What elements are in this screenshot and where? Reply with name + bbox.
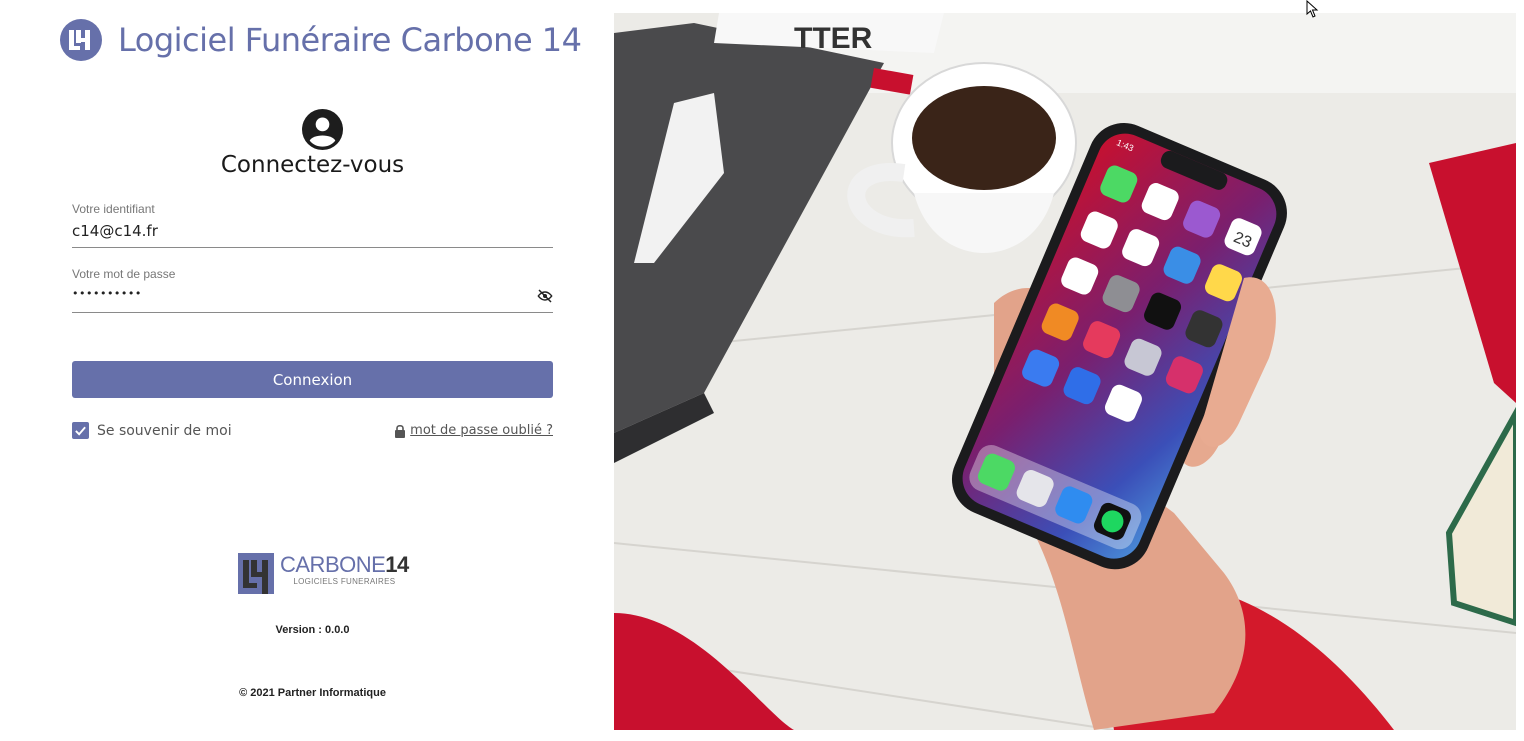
connexion-button[interactable]: Connexion: [72, 361, 553, 398]
identifier-field[interactable]: Votre identifiant c14@c14.fr: [72, 202, 553, 248]
password-field[interactable]: Votre mot de passe ••••••••••: [72, 267, 553, 313]
carbone14-brand: CARBONE14 LOGICIELS FUNERAIRES: [238, 553, 409, 594]
account-circle-icon: [302, 109, 343, 150]
remember-me[interactable]: Se souvenir de moi: [72, 422, 232, 439]
identifier-label: Votre identifiant: [72, 202, 155, 216]
app-title: Logiciel Funéraire Carbone 14: [118, 21, 582, 59]
c14-logo-icon: [60, 19, 102, 61]
brand-name: CARBONE14: [280, 552, 409, 577]
brand-text: CARBONE14 LOGICIELS FUNERAIRES: [280, 552, 409, 587]
eye-off-icon[interactable]: [537, 289, 553, 303]
login-title: Connectez-vous: [220, 152, 405, 178]
hero-photo: TTER 1:43 23: [614, 13, 1516, 730]
copyright-text: © 2021 Partner Informatique: [239, 687, 386, 699]
app-header: Logiciel Funéraire Carbone 14: [60, 18, 582, 62]
forgot-password-link[interactable]: mot de passe oublié ?: [394, 423, 553, 438]
password-input[interactable]: ••••••••••: [72, 287, 512, 300]
remember-checkbox[interactable]: [72, 422, 89, 439]
carbone14-logo-icon: [238, 553, 274, 594]
forgot-password-label[interactable]: mot de passe oublié ?: [410, 423, 553, 438]
phone-in-hand-illustration: TTER 1:43 23: [614, 13, 1516, 730]
password-label: Votre mot de passe: [72, 267, 176, 281]
mouse-cursor-icon: [1306, 0, 1319, 18]
check-icon: [75, 426, 86, 436]
lock-icon: [395, 424, 406, 438]
remember-label: Se souvenir de moi: [97, 422, 232, 439]
identifier-input[interactable]: c14@c14.fr: [72, 222, 512, 240]
notebook-text: TTER: [794, 22, 873, 55]
version-text: Version : 0.0.0: [275, 624, 350, 636]
brand-subtitle: LOGICIELS FUNERAIRES: [293, 577, 396, 586]
